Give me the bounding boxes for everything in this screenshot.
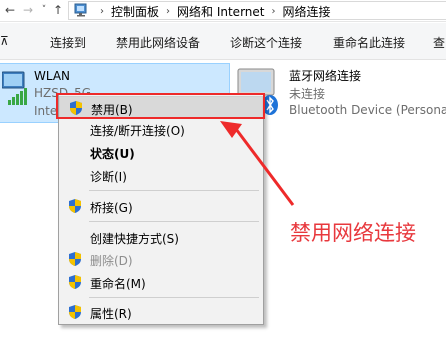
annotation-label: 禁用网络连接 [290, 221, 416, 245]
annotation-arrow-icon [220, 121, 295, 206]
